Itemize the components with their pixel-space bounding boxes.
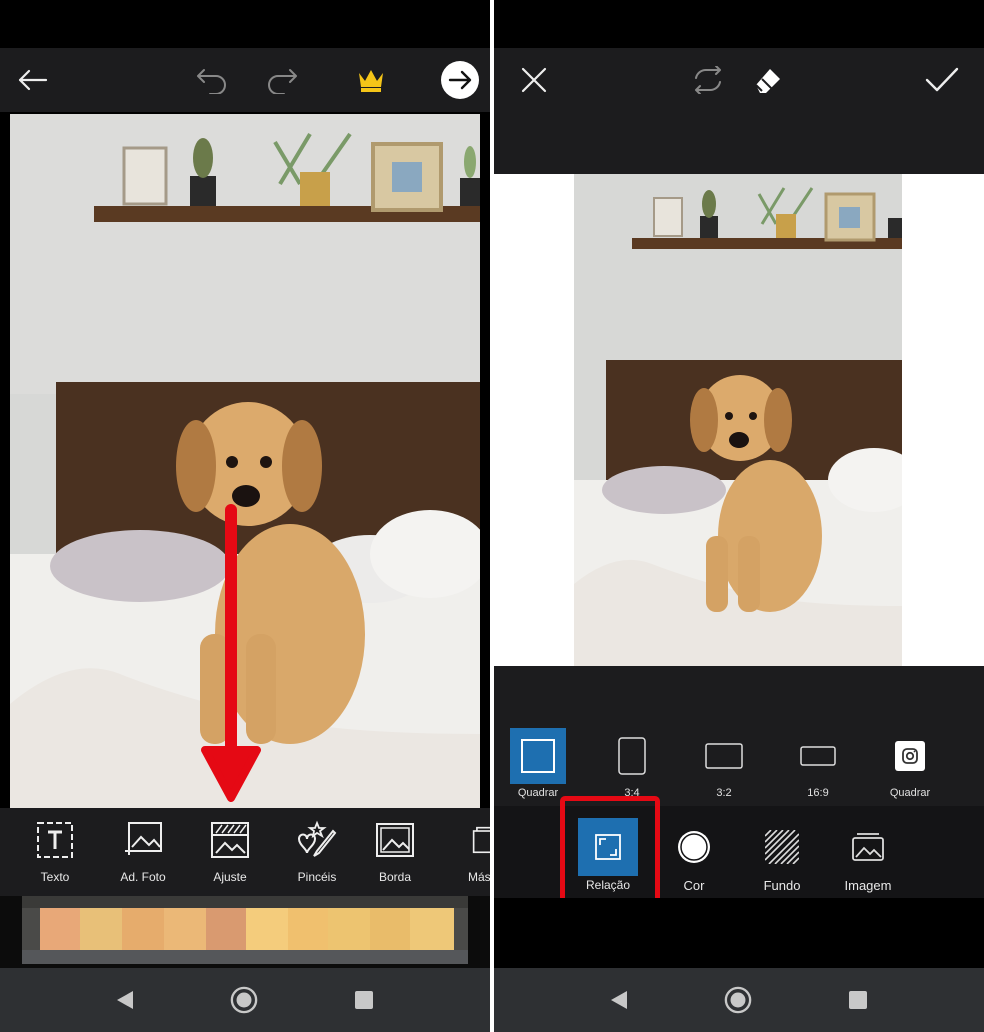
instagram-icon (870, 728, 950, 784)
ratio-3-4[interactable]: 3:4 (592, 728, 672, 799)
nav-recents-icon[interactable] (350, 986, 378, 1014)
back-arrow-icon[interactable] (12, 60, 52, 100)
close-icon[interactable] (514, 60, 554, 100)
ratio-16-9-icon (778, 728, 858, 784)
nav-recents-icon[interactable] (844, 986, 872, 1014)
image-icon (828, 818, 908, 876)
tool-bar: Texto Ad. Foto Ajuste Pincéis Borda Más (0, 808, 490, 896)
background-pattern-icon (742, 818, 822, 876)
ratio-square[interactable]: Quadrar (498, 728, 578, 799)
ratio-16-9[interactable]: 16:9 (778, 728, 858, 799)
more-icon (446, 818, 490, 862)
tool-brushes[interactable]: Pincéis (277, 818, 357, 884)
color-circle-icon (654, 818, 734, 876)
tool-add-photo[interactable]: Ad. Foto (103, 818, 183, 884)
fit-bottom-tabs: Relação Cor Fundo Imagem (494, 796, 984, 908)
tool-adjust[interactable]: Ajuste (190, 818, 270, 884)
ratio-3-2[interactable]: 3:2 (684, 728, 764, 799)
fit-top-bar (494, 48, 984, 112)
swap-icon[interactable] (688, 60, 728, 100)
nav-home-icon[interactable] (724, 986, 752, 1014)
pixelated-thumbnail-strip (0, 896, 490, 968)
ratio-instagram-square[interactable]: Quadrar (870, 728, 950, 799)
ratio-frame-icon (568, 818, 648, 876)
tool-text[interactable]: Texto (15, 818, 95, 884)
empty-area (494, 898, 984, 968)
tab-image[interactable]: Imagem (828, 818, 908, 893)
fitted-photo (574, 174, 902, 666)
android-nav-bar (494, 968, 984, 1032)
undo-icon[interactable] (192, 60, 232, 100)
check-icon[interactable] (922, 60, 962, 100)
nav-home-icon[interactable] (230, 986, 258, 1014)
ratio-3-4-icon (592, 728, 672, 784)
eraser-icon[interactable] (748, 60, 788, 100)
white-canvas-background (494, 174, 984, 666)
aspect-ratio-row: Quadrar 3:4 3:2 16:9 Quadrar (494, 716, 984, 806)
redo-icon[interactable] (262, 60, 302, 100)
tool-border[interactable]: Borda (355, 818, 435, 884)
nav-back-icon[interactable] (604, 986, 632, 1014)
tab-ratio[interactable]: Relação (568, 818, 648, 892)
text-icon (15, 818, 95, 862)
tab-background[interactable]: Fundo (742, 818, 822, 893)
edited-photo (10, 114, 480, 808)
editor-top-bar (0, 48, 490, 112)
crown-icon[interactable] (351, 60, 391, 100)
canvas-area (494, 112, 984, 716)
tool-more[interactable]: Más (446, 818, 490, 884)
border-icon (355, 818, 435, 862)
adjust-icon (190, 818, 270, 862)
brushes-icon (277, 818, 357, 862)
add-photo-icon (103, 818, 183, 862)
next-arrow-button[interactable] (440, 60, 480, 100)
square-ratio-icon (498, 728, 578, 784)
nav-back-icon[interactable] (110, 986, 138, 1014)
android-nav-bar (0, 968, 490, 1032)
right-fit-screen: Quadrar 3:4 3:2 16:9 Quadrar Relação Cor… (494, 0, 984, 1032)
tab-color[interactable]: Cor (654, 818, 734, 893)
ratio-3-2-icon (684, 728, 764, 784)
left-editor-screen: Texto Ad. Foto Ajuste Pincéis Borda Más (0, 0, 490, 1032)
